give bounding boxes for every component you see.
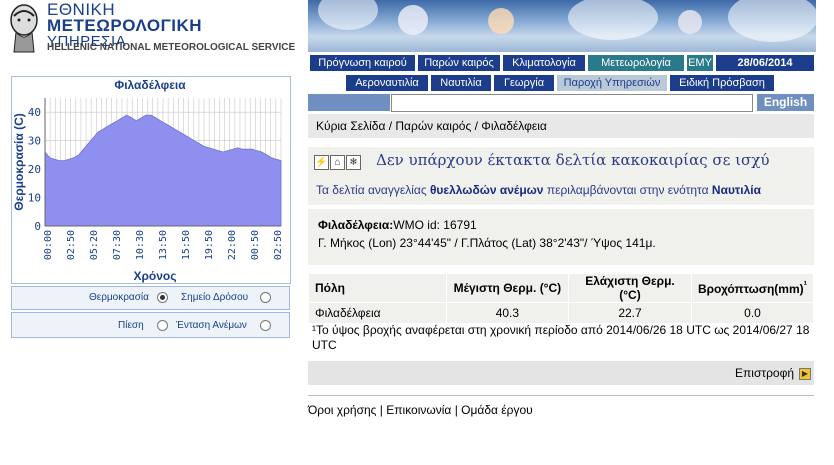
y-tick-label: 40: [28, 106, 41, 119]
col-min-temp: Ελάχιστη Θερμ.(°C): [568, 273, 692, 303]
search-input[interactable]: [391, 94, 753, 112]
home-icon: ⌂: [330, 155, 345, 170]
cell-rain: 0.0: [690, 302, 815, 324]
x-tick-label: 13:50: [158, 230, 169, 260]
cell-max-temp: 40.3: [445, 302, 570, 324]
station-coords: Γ. Μήκος (Lon) 23°44'45" / Γ.Πλάτος (Lat…: [318, 236, 656, 250]
wind-label: Ένταση Ανέμων: [176, 320, 247, 331]
back-link[interactable]: Επιστροφή: [735, 366, 794, 380]
x-tick-label: 05:20: [89, 230, 100, 260]
x-tick-label: 07:30: [112, 230, 123, 260]
rain-footnote-mark: ¹: [803, 280, 807, 291]
footer-divider: [308, 395, 814, 396]
nav-agriculture[interactable]: Γεωργία: [494, 75, 554, 91]
station-wmo: WMO id: 16791: [393, 218, 477, 232]
warning-subtitle: Τα δελτία αναγγελίας θυελλωδών ανέμων πε…: [316, 183, 761, 197]
logo-line4: HELLENIC NATIONAL METEOROLOGICAL SERVICE: [47, 42, 296, 53]
observations-table: Πόλη Μέγιστη Θερμ. (°C) Ελάχιστη Θερμ.(°…: [308, 273, 815, 324]
temperature-area: [44, 114, 282, 227]
wind-radio[interactable]: [260, 320, 271, 331]
warning-sub-pre: Τα δελτία αναγγελίας: [316, 183, 430, 197]
lightning-icon: ⚡: [314, 155, 329, 170]
date-label: 28/06/2014: [716, 55, 814, 71]
nav-special-access[interactable]: Ειδική Πρόσβαση: [670, 75, 774, 91]
arrow-right-icon[interactable]: ▶: [799, 368, 811, 380]
snow-icon: ❄: [346, 155, 361, 170]
footer-links[interactable]: Όροι χρήσης | Επικοινωνία | Ομάδα έργου: [308, 403, 533, 417]
warning-sub-mid: περιλαμβάνονται στην ενότητα: [543, 183, 712, 197]
chart-title: Φιλαδέλφεια: [114, 78, 186, 92]
shipping-link[interactable]: Ναυτιλία: [712, 183, 761, 197]
x-tick-label: 22:00: [227, 230, 238, 260]
nav-services[interactable]: Παροχή Υπηρεσιών: [557, 75, 667, 91]
col-max-temp: Μέγιστη Θερμ. (°C): [445, 273, 570, 303]
nav-emy[interactable]: ΕΜΥ: [687, 55, 713, 71]
y-tick-label: 0: [34, 220, 41, 233]
cell-city: Φιλαδέλφεια: [308, 302, 447, 324]
station-name: Φιλαδέλφεια:: [318, 218, 394, 232]
rain-footnote: ¹Το ύψος βροχής αναφέρεται στη χρονική π…: [312, 323, 810, 352]
x-axis-label: Χρόνος: [133, 269, 176, 283]
temperature-label: Θερμοκρασία: [89, 292, 149, 303]
temperature-radio[interactable]: [157, 292, 168, 303]
y-tick-label: 10: [28, 192, 41, 205]
emblem-icon: [10, 4, 38, 53]
english-link[interactable]: English: [757, 94, 814, 111]
breadcrumb[interactable]: Κύρια Σελίδα / Παρών καιρός / Φιλαδέλφει…: [308, 114, 814, 138]
header-banner: [308, 0, 816, 52]
x-tick-label: 15:50: [181, 230, 192, 260]
x-tick-label: 19:50: [204, 230, 215, 260]
x-tick-label: 10:30: [135, 230, 146, 260]
nav-forecast[interactable]: Πρόγνωση καιρού: [310, 55, 415, 71]
x-tick-label: 00:00: [43, 230, 54, 260]
col-rain-label: Βροχόπτωση(mm): [697, 282, 804, 296]
table-row: Φιλαδέλφεια 40.3 22.7 0.0: [308, 302, 815, 324]
x-tick-label: 02:50: [273, 230, 284, 260]
cell-min-temp: 22.7: [568, 302, 692, 324]
dewpoint-label: Σημείο Δρόσου: [181, 292, 249, 303]
x-tick-label: 02:50: [66, 230, 77, 260]
pressure-radio[interactable]: [157, 320, 168, 331]
nav-aeronautics[interactable]: Αεροναυτιλία: [346, 75, 428, 91]
station-line1: Φιλαδέλφεια:WMO id: 16791: [318, 218, 477, 232]
pressure-label: Πίεση: [118, 320, 144, 331]
temperature-chart: 0 10 20 30 40 00:00 02:50 05:20 07:30 10:30 13:50 1…: [12, 98, 284, 283]
nav-current-weather[interactable]: Παρών καιρός: [418, 55, 500, 71]
logo[interactable]: ΕΘΝΙΚΗ ΜΕΤΕΩΡΟΛΟΓΙΚΗ ΥΠΗΡΕΣΙΑ HELLENIC N…: [0, 0, 300, 70]
radio-group-2: Πίεση Ένταση Ανέμων: [11, 312, 290, 338]
nav-climatology[interactable]: Κλιματολογία: [503, 55, 585, 71]
warning-title: Δεν υπάρχουν έκτακτα δελτία κακοκαιρίας …: [376, 151, 770, 169]
table-header-row: Πόλη Μέγιστη Θερμ. (°C) Ελάχιστη Θερμ.(°…: [308, 273, 815, 303]
nav-meteorology[interactable]: Μετεωρολογία: [588, 55, 684, 71]
y-axis-label: Θερμοκρασία (C): [12, 113, 26, 211]
search-bar-left: [308, 94, 390, 111]
y-tick-label: 30: [28, 135, 41, 148]
radio-group-1: Θερμοκρασία Σημείο Δρόσου: [11, 286, 290, 310]
y-tick-label: 20: [28, 163, 41, 176]
col-city: Πόλη: [308, 273, 447, 303]
nav-shipping[interactable]: Ναυτιλία: [431, 75, 491, 91]
col-rain: Βροχόπτωση(mm)¹: [690, 273, 815, 303]
dewpoint-radio[interactable]: [260, 292, 271, 303]
x-tick-label: 00:50: [250, 230, 261, 260]
gale-bulletins-link[interactable]: θυελλωδών ανέμων: [430, 183, 544, 197]
